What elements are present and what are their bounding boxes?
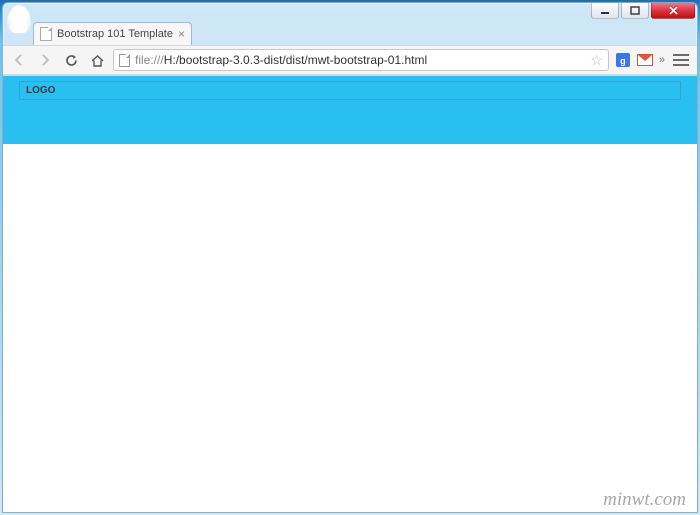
gmail-extension-icon[interactable] <box>637 52 653 68</box>
hamburger-icon <box>673 54 689 66</box>
page-viewport[interactable]: LOGO <box>3 75 697 512</box>
menu-button[interactable] <box>671 50 691 70</box>
maximize-button[interactable] <box>621 3 649 19</box>
minimize-button[interactable] <box>591 3 619 19</box>
url-text: file:///H:/bootstrap-3.0.3-dist/dist/mwt… <box>135 53 585 67</box>
toolbar: file:///H:/bootstrap-3.0.3-dist/dist/mwt… <box>3 45 697 75</box>
page-header: LOGO <box>3 76 697 144</box>
browser-window: Bootstrap 101 Template × file:///H:/boot… <box>2 2 698 513</box>
tab-strip: Bootstrap 101 Template × <box>3 21 697 45</box>
url-scheme: file:/// <box>135 53 164 67</box>
minimize-icon <box>600 6 610 16</box>
document-icon <box>119 54 130 67</box>
url-path: H:/bootstrap-3.0.3-dist/dist/mwt-bootstr… <box>164 53 427 67</box>
logo-placeholder: LOGO <box>19 81 681 100</box>
arrow-right-icon <box>38 53 52 67</box>
address-bar[interactable]: file:///H:/bootstrap-3.0.3-dist/dist/mwt… <box>113 49 609 71</box>
reload-button[interactable] <box>61 50 81 70</box>
home-button[interactable] <box>87 50 107 70</box>
tab-title: Bootstrap 101 Template <box>57 28 173 40</box>
close-button[interactable] <box>651 3 695 19</box>
file-favicon-icon <box>40 27 52 41</box>
extensions-overflow-icon[interactable]: » <box>659 54 665 66</box>
profile-avatar-icon[interactable] <box>7 5 31 41</box>
arrow-left-icon <box>12 53 26 67</box>
maximize-icon <box>630 6 640 16</box>
bookmark-star-icon[interactable]: ☆ <box>590 52 603 69</box>
window-titlebar[interactable] <box>3 3 697 21</box>
back-button[interactable] <box>9 50 29 70</box>
tab-close-icon[interactable]: × <box>178 27 185 41</box>
close-icon <box>668 5 679 16</box>
google-extension-icon[interactable]: g <box>615 52 631 68</box>
reload-icon <box>64 53 79 68</box>
window-controls <box>591 3 695 19</box>
home-icon <box>90 53 105 68</box>
browser-tab[interactable]: Bootstrap 101 Template × <box>33 22 192 45</box>
forward-button[interactable] <box>35 50 55 70</box>
